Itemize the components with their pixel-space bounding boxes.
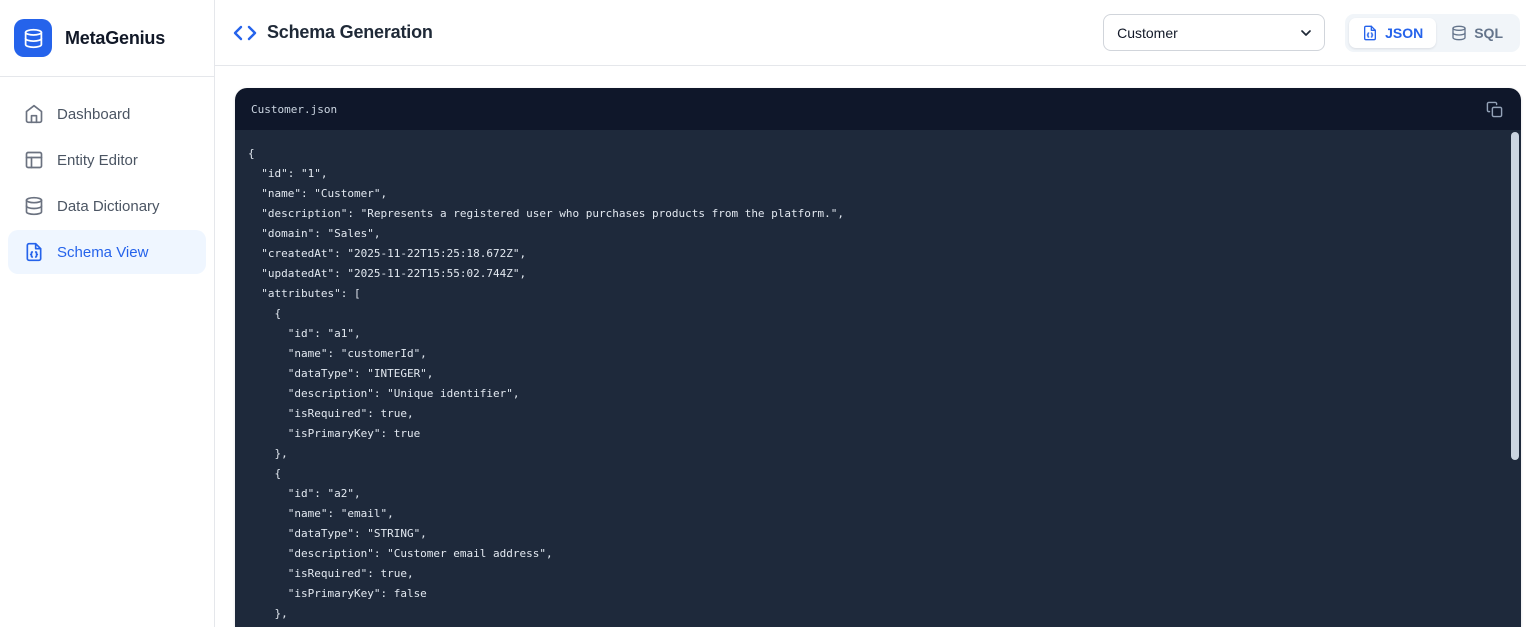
database-icon [1451, 25, 1467, 41]
sidebar-item-label: Data Dictionary [57, 197, 160, 215]
code-icon [233, 21, 257, 45]
code-scrollbar[interactable] [1511, 132, 1519, 460]
sidebar-item-label: Dashboard [57, 105, 131, 123]
page-header: Schema Generation Customer JSON SQL [215, 0, 1526, 66]
database-icon [24, 196, 44, 216]
sidebar-item-label: Schema View [57, 243, 149, 261]
sidebar-item-dashboard[interactable]: Dashboard [8, 92, 206, 136]
json-toggle-label: JSON [1385, 24, 1424, 41]
page-title: Schema Generation [267, 22, 433, 42]
code-content: { "id": "1", "name": "Customer", "descri… [248, 147, 845, 620]
content-area: Customer.json { "id": "1", "name": "Cust… [215, 66, 1526, 627]
file-json-icon [24, 242, 44, 262]
code-panel: Customer.json { "id": "1", "name": "Cust… [235, 88, 1521, 627]
copy-button[interactable] [1481, 96, 1507, 122]
sidebar-item-label: Entity Editor [57, 151, 138, 169]
layout-icon [24, 150, 44, 170]
main-area: Schema Generation Customer JSON SQL Cust… [215, 0, 1526, 627]
copy-icon [1486, 101, 1503, 118]
file-json-icon [1362, 25, 1378, 41]
sidebar-item-data-dictionary[interactable]: Data Dictionary [8, 184, 206, 228]
sidebar-nav: Dashboard Entity Editor Data Dictionary [0, 77, 214, 289]
entity-select[interactable]: Customer [1103, 14, 1326, 51]
app-logo: MetaGenius [0, 0, 214, 77]
json-toggle-button[interactable]: JSON [1349, 17, 1437, 48]
format-toggle-group: JSON SQL [1345, 13, 1520, 52]
app-name: MetaGenius [65, 27, 166, 48]
sidebar: MetaGenius Dashboard Entity Editor Data … [0, 0, 215, 627]
home-icon [24, 104, 44, 124]
sql-toggle-button[interactable]: SQL [1438, 18, 1516, 48]
sidebar-item-schema-view[interactable]: Schema View [8, 230, 206, 274]
code-editor[interactable]: { "id": "1", "name": "Customer", "descri… [235, 130, 1521, 627]
sidebar-item-entity-editor[interactable]: Entity Editor [8, 138, 206, 182]
database-logo-icon [14, 19, 52, 57]
code-panel-header: Customer.json [235, 88, 1521, 130]
filename: Customer.json [251, 102, 338, 116]
sql-toggle-label: SQL [1474, 24, 1503, 41]
